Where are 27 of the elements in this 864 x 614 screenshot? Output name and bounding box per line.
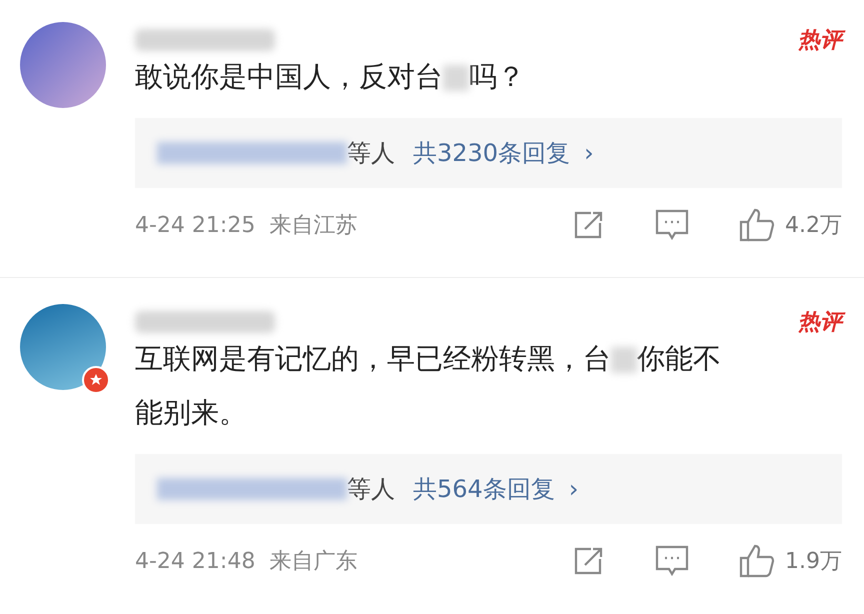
comment-text: 互联网是有记忆的，早已经粉转黑，台: [135, 342, 611, 375]
thumbs-up-icon[interactable]: [739, 208, 775, 242]
comment-icon[interactable]: [655, 545, 689, 577]
reply-count-link[interactable]: 共564条回复: [413, 471, 555, 507]
like-count: 4.2万: [785, 212, 842, 240]
replies-label: 等人: [347, 138, 395, 169]
thumbs-up-icon[interactable]: [739, 544, 775, 578]
comment-icon[interactable]: [655, 209, 689, 241]
comment-text: 能别来。: [135, 396, 247, 429]
chevron-icon: ›: [584, 135, 594, 171]
location: 来自江苏: [269, 212, 358, 240]
redacted-text: [611, 347, 637, 374]
comment-text: 吗？: [469, 60, 525, 93]
reply-count-link[interactable]: 共3230条回复: [413, 135, 570, 171]
comment-text: 敢说你是中国人，反对台: [135, 60, 443, 93]
like-count: 1.9万: [785, 548, 842, 576]
comment-text: 你能不: [637, 342, 721, 375]
share-icon[interactable]: [573, 546, 605, 576]
replies-panel[interactable]: 等人 共564条回复 ›: [135, 454, 842, 524]
replies-panel[interactable]: 等人 共3230条回复 ›: [135, 118, 842, 188]
redacted-text: [443, 65, 469, 92]
timestamp: 4-24 21:48: [135, 548, 256, 576]
timestamp: 4-24 21:25: [135, 212, 256, 240]
replies-label: 等人: [347, 474, 395, 505]
location: 来自广东: [269, 548, 358, 576]
share-icon[interactable]: [573, 210, 605, 240]
chevron-icon: ›: [568, 471, 578, 507]
